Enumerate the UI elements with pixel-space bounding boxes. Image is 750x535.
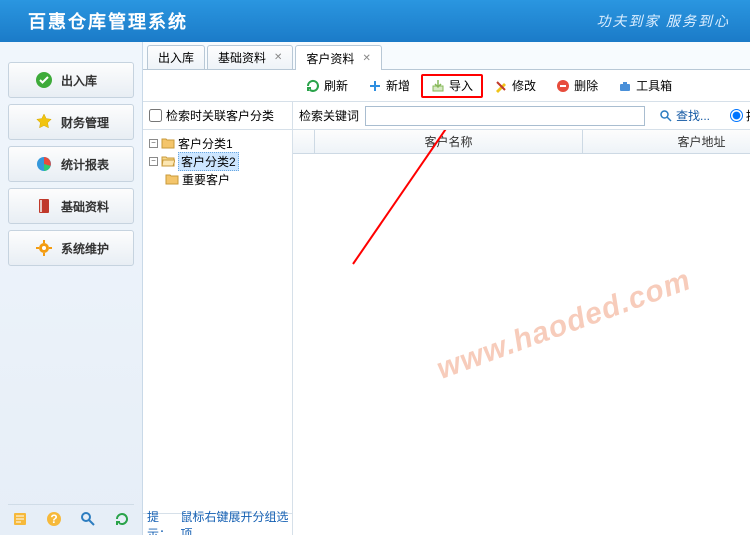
tree-node-label: 客户分类2 [178, 152, 239, 171]
tool-label: 导入 [449, 77, 473, 94]
tree-hint: 提示：鼠标右键展开分组选项 [143, 513, 292, 535]
toolbox-button[interactable]: 工具箱 [609, 74, 681, 98]
search-footer-icon[interactable] [80, 511, 96, 527]
tool-label: 刷新 [324, 77, 348, 94]
tool-label: 删除 [574, 77, 598, 94]
title-bar: 百惠仓库管理系统 功夫到家 服务到心 [0, 0, 750, 42]
keyword-label: 检索关键词 [299, 107, 359, 124]
star-icon [35, 113, 53, 131]
nav-label: 财务管理 [61, 114, 109, 131]
note-icon[interactable] [12, 511, 28, 527]
delete-button[interactable]: 删除 [547, 74, 607, 98]
refresh-button[interactable]: 刷新 [297, 74, 357, 98]
recent-radio[interactable] [730, 109, 743, 122]
tree-node[interactable]: 重要客户 [145, 170, 290, 188]
gear-icon [35, 239, 53, 257]
grid-body[interactable]: www.haoded.com [293, 154, 750, 535]
import-button[interactable]: 导入 [421, 74, 483, 98]
filter-bar: 检索时关联客户分类 检索关键词 查找... 按最近录入 [143, 102, 750, 130]
tab-label: 基础资料 [218, 49, 266, 66]
tool-label: 修改 [512, 77, 536, 94]
tab-in-out[interactable]: 出入库 [147, 45, 205, 69]
import-icon [431, 79, 445, 93]
tree-node[interactable]: − 客户分类2 [145, 152, 290, 170]
search-icon [659, 109, 673, 123]
main-area: 出入库 基础资料 ✕ 客户资料 ✕ 刷新 新增 导入 [143, 42, 750, 535]
watermark-text: www.haoded.com [432, 264, 695, 388]
tree-node-label: 客户分类1 [178, 135, 233, 152]
sidebar: 出入库 财务管理 统计报表 基础资料 系统维护 [0, 42, 143, 535]
tab-basic[interactable]: 基础资料 ✕ [207, 45, 293, 69]
nav-label: 基础资料 [61, 198, 109, 215]
add-button[interactable]: 新增 [359, 74, 419, 98]
tab-customer[interactable]: 客户资料 ✕ [295, 45, 381, 70]
delete-icon [556, 79, 570, 93]
folder-open-icon [161, 155, 175, 167]
svg-text:?: ? [50, 512, 57, 526]
keyword-input[interactable] [365, 106, 645, 126]
nav-finance[interactable]: 财务管理 [8, 104, 134, 140]
expander-icon[interactable]: − [149, 157, 158, 166]
plus-icon [368, 79, 382, 93]
grid-col-name[interactable]: 客户名称 [315, 130, 583, 153]
nav-label: 统计报表 [61, 156, 109, 173]
nav-base-data[interactable]: 基础资料 [8, 188, 134, 224]
grid-col-addr[interactable]: 客户地址 [583, 130, 750, 153]
book-icon [35, 197, 53, 215]
folder-icon [161, 137, 175, 149]
sidebar-footer: ? [8, 504, 134, 535]
tree-node[interactable]: − 客户分类1 [145, 134, 290, 152]
category-tree-pane: − 客户分类1 − 客户分类2 重要客户 提示：鼠标右键展开 [143, 130, 293, 535]
find-button[interactable]: 查找... [659, 107, 710, 124]
find-label: 查找... [676, 107, 710, 124]
tab-label: 出入库 [158, 49, 194, 66]
nav-label: 出入库 [61, 72, 97, 89]
refresh-footer-icon[interactable] [114, 511, 130, 527]
edit-button[interactable]: 修改 [485, 74, 545, 98]
check-circle-icon [35, 71, 53, 89]
nav-in-out-stock[interactable]: 出入库 [8, 62, 134, 98]
tree-node-label: 重要客户 [182, 171, 230, 188]
tab-strip: 出入库 基础资料 ✕ 客户资料 ✕ [143, 42, 750, 70]
link-category-label: 检索时关联客户分类 [166, 107, 274, 124]
toolbox-icon [618, 79, 632, 93]
recent-radio-label: 按最近录入 [746, 107, 750, 124]
help-icon[interactable]: ? [46, 511, 62, 527]
grid-header: 客户名称 客户地址 客 [293, 130, 750, 154]
refresh-icon [306, 79, 320, 93]
nav-stats[interactable]: 统计报表 [8, 146, 134, 182]
expander-icon[interactable]: − [149, 139, 158, 148]
tab-label: 客户资料 [306, 50, 354, 67]
nav-sys-maint[interactable]: 系统维护 [8, 230, 134, 266]
tool-label: 新增 [386, 77, 410, 94]
grid-gutter-col [293, 130, 315, 153]
close-icon[interactable]: ✕ [362, 53, 370, 64]
app-title: 百惠仓库管理系统 [28, 8, 188, 34]
toolbar: 刷新 新增 导入 修改 删除 工具箱 [143, 70, 750, 102]
close-icon[interactable]: ✕ [274, 52, 282, 63]
data-grid: 客户名称 客户地址 客 www.haoded.com [293, 130, 750, 535]
link-category-checkbox[interactable] [149, 109, 162, 122]
nav-label: 系统维护 [61, 240, 109, 257]
slogan-text: 功夫到家 服务到心 [597, 11, 731, 31]
tool-label: 工具箱 [636, 77, 672, 94]
pencil-cross-icon [494, 79, 508, 93]
pie-chart-icon [35, 155, 53, 173]
folder-icon [165, 173, 179, 185]
